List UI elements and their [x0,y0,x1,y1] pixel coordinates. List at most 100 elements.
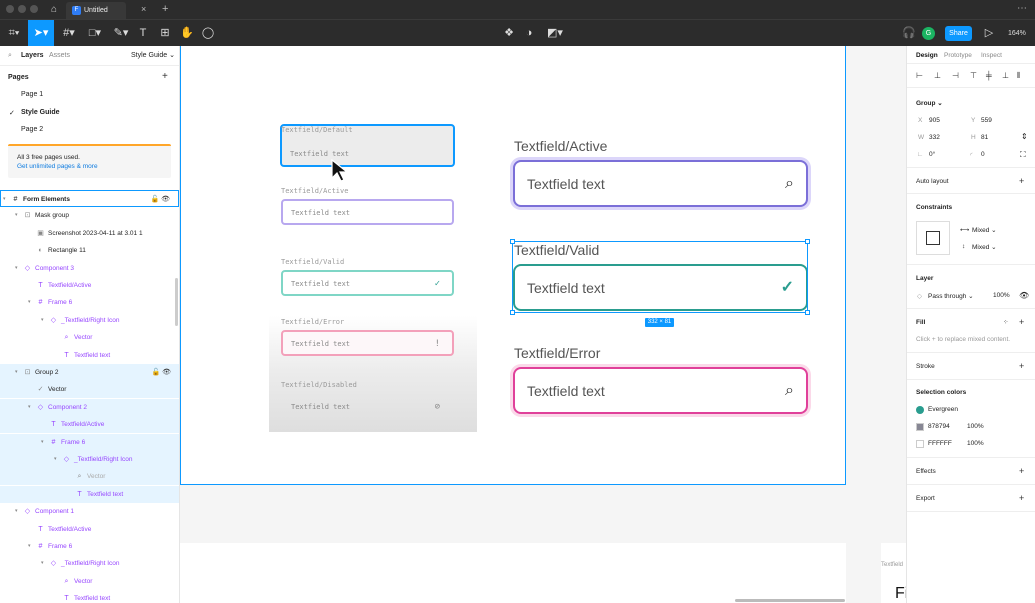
headphones-icon[interactable]: 🎧 [902,20,916,47]
page-dropdown[interactable]: Style Guide ⌄ [131,46,175,66]
layer-row[interactable]: ▾ ◇ _Textfield/Right Icon [0,312,179,329]
file-tab[interactable]: F Untitled [66,2,126,19]
color-name[interactable]: FFFFFF [928,440,952,447]
layer-row[interactable]: ▾ # Frame 6 [0,294,179,311]
add-auto-layout-icon[interactable]: + [1019,176,1024,186]
layer-row[interactable]: ▾ ◇ Component 1 [0,503,179,520]
avatar[interactable]: G [922,27,935,40]
layer-row[interactable]: T Textfield/Active [0,277,179,294]
color-name[interactable]: 878794 [928,423,950,430]
y-input[interactable]: 559 [981,117,992,124]
close-tab-icon[interactable]: × [141,3,146,15]
layer-row[interactable]: T Textfield/Active [0,521,179,538]
layer-row[interactable]: T Textfield/Active [0,416,179,434]
layer-row[interactable]: ▾ ◇ Component 3 [0,260,179,277]
resize-handle[interactable] [805,310,810,315]
selection-box[interactable] [512,241,808,313]
comment-icon[interactable]: ◯ [201,20,215,47]
layer-row[interactable]: ▾ ⊡ Mask group [0,207,179,224]
layer-row[interactable]: ✓ Vector [0,381,179,399]
tab-prototype[interactable]: Prototype [944,52,972,59]
chevron-down-icon[interactable]: ▾ [15,207,18,224]
resize-handle[interactable] [510,239,515,244]
color-swatch[interactable] [916,406,924,414]
x-input[interactable]: 905 [929,117,940,124]
height-input[interactable]: 81 [981,134,988,141]
add-page-icon[interactable]: + [162,71,168,82]
horizontal-constraint-select[interactable]: Mixed ⌄ [972,226,997,234]
chevron-down-icon[interactable]: ▾ [41,312,44,329]
home-icon[interactable]: ⌂ [48,4,60,16]
layer-row[interactable]: ▾ ◇ _Textfield/Right Icon [0,555,179,572]
rotation-input[interactable]: 0° [929,151,935,158]
align-left-icon[interactable]: ⊢ [916,71,923,80]
minimize-window-button[interactable] [18,5,26,13]
color-opacity[interactable]: 100% [967,440,984,447]
tab-design[interactable]: Design [916,52,938,59]
chevron-down-icon[interactable]: ▾ [15,503,18,520]
width-input[interactable]: 332 [929,134,940,141]
share-button[interactable]: Share [945,26,972,41]
layer-row[interactable]: ▾ ⊡ Group 2 🔓 👁 [0,364,179,381]
chevron-down-icon[interactable]: ▾ [28,294,31,311]
layer-row[interactable]: ▾ # Form Elements 🔓 👁 [0,190,179,207]
canvas-horizontal-scrollbar[interactable] [735,599,845,602]
form-elements-frame[interactable]: Textfield/Default Textfield text Textfield… [180,46,846,485]
align-top-icon[interactable]: ⊤ [970,71,977,80]
independent-corners-icon[interactable]: ⛶ [1020,150,1026,160]
text-tool-icon[interactable]: T [136,20,150,47]
move-tool-icon[interactable]: ➤▾ [28,20,54,47]
add-effect-icon[interactable]: + [1019,466,1024,476]
layer-row[interactable]: ▾ ◇ Component 2 [0,398,179,416]
lower-frame[interactable] [180,543,846,603]
tab-inspect[interactable]: Inspect [981,52,1002,59]
main-menu-icon[interactable]: ⌗▾ [4,20,24,47]
color-swatch[interactable] [916,423,924,431]
resize-handle[interactable] [510,310,515,315]
maximize-window-button[interactable] [30,5,38,13]
group-heading[interactable]: Group ⌄ [916,99,943,107]
components-icon[interactable]: ❖ [502,20,516,47]
boolean-icon[interactable]: ◩▾ [545,20,565,47]
layer-opacity-input[interactable]: 100% [993,292,1010,299]
layer-row[interactable]: ⌕ Vector [0,329,179,346]
textfield-active[interactable]: Textfield text ⌕ [513,160,808,207]
close-window-button[interactable] [6,5,14,13]
add-stroke-icon[interactable]: + [1019,361,1024,371]
search-layers-icon[interactable]: ⌕ [8,46,12,66]
layer-row[interactable]: T Textfield text [0,347,179,364]
chevron-down-icon[interactable]: ▾ [41,434,44,451]
upgrade-link[interactable]: Get unlimited pages & more [17,162,171,171]
resize-handle[interactable] [805,239,810,244]
layer-row[interactable]: ▣ Screenshot 2023-04-11 at 3.01 1 [0,225,179,242]
color-name[interactable]: Evergreen [928,406,958,413]
layer-row[interactable]: ⌕ Vector [0,573,179,590]
lock-visibility-icons[interactable]: 🔓 👁 [150,191,170,208]
blend-mode-select[interactable]: Pass through ⌄ [928,292,974,300]
canvas[interactable]: Textfield/Default Textfield text Textfield… [180,46,906,603]
layer-row[interactable]: ⌕ Vector [0,468,179,486]
chevron-down-icon[interactable]: ▾ [15,260,18,277]
chevron-down-icon[interactable]: ▾ [28,399,31,416]
page-item[interactable]: Page 2 [21,126,43,133]
layer-row[interactable]: ▾ # Frame 6 [0,433,179,451]
new-tab-icon[interactable]: + [162,2,168,16]
color-swatch[interactable] [916,440,924,448]
align-bottom-icon[interactable]: ⊥ [1002,71,1009,80]
mask-icon[interactable]: ◑ [522,20,536,47]
chevron-down-icon[interactable]: ▾ [28,538,31,555]
layer-row[interactable]: T Textfield text [0,485,179,503]
layers-scrollbar[interactable] [175,278,178,326]
align-right-icon[interactable]: ⊣ [952,71,959,80]
visibility-eye-icon[interactable]: 👁 [1019,291,1029,300]
page-item[interactable]: Style Guide [21,109,60,116]
page-item[interactable]: Page 1 [21,91,43,98]
constraints-widget[interactable] [916,221,950,255]
textfield-error[interactable]: Textfield text ⌕ [513,367,808,414]
pen-tool-icon[interactable]: ✎▾ [110,20,132,47]
layer-row[interactable]: ▾ # Frame 6 [0,538,179,555]
present-icon[interactable]: ▷ [982,20,996,47]
align-middle-icon[interactable]: ╪ [986,71,992,80]
color-opacity[interactable]: 100% [967,423,984,430]
add-fill-icon[interactable]: + [1019,317,1024,327]
